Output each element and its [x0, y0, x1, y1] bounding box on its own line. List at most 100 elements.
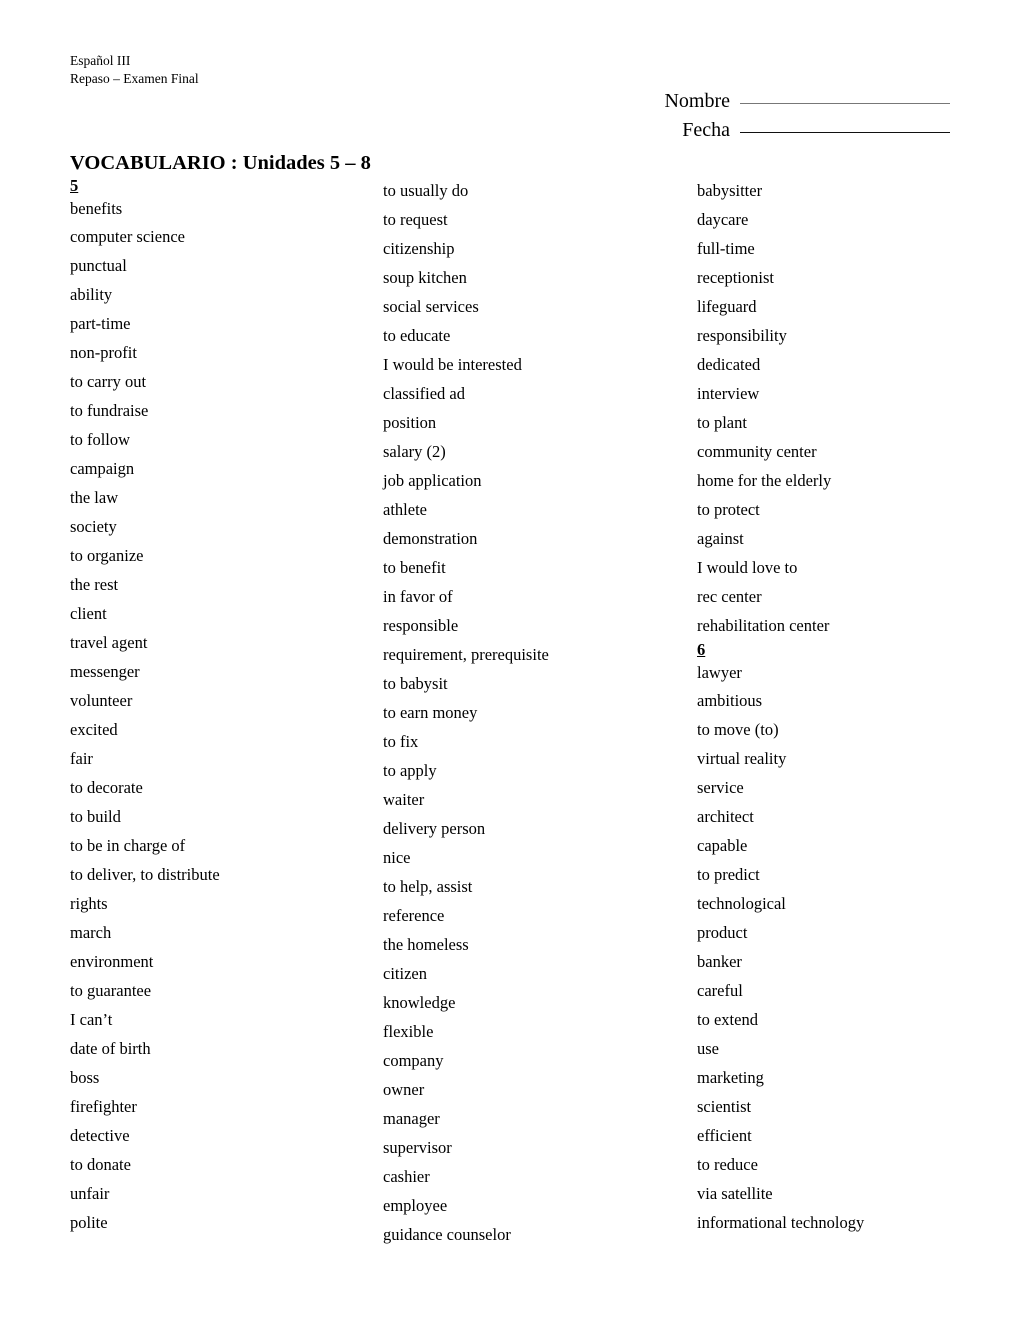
vocab-item: to educate — [383, 326, 451, 345]
vocab-item: to predict — [697, 865, 760, 884]
vocab-item: to protect — [697, 500, 760, 519]
vocab-item: cashier — [383, 1167, 430, 1186]
vocab-item: reference — [383, 906, 445, 925]
nombre-write-line[interactable] — [740, 103, 950, 104]
vocab-item: to decorate — [70, 778, 143, 797]
vocab-item: technological — [697, 894, 786, 913]
vocab-item: messenger — [70, 662, 140, 681]
vocab-column-3: babysitter daycare full-time receptionist li… — [697, 176, 1007, 1237]
vocab-item: receptionist — [697, 268, 774, 287]
vocab-item: supervisor — [383, 1138, 452, 1157]
vocab-item: environment — [70, 952, 154, 971]
vocab-item: campaign — [70, 459, 135, 478]
vocab-item: babysitter — [697, 181, 763, 200]
vocab-item: virtual reality — [697, 749, 787, 768]
vocab-item: to usually do — [383, 181, 469, 200]
nombre-field: Nombre — [664, 90, 950, 113]
page-title: VOCABULARIO : Unidades 5 – 8 — [70, 152, 371, 174]
vocab-item: non-profit — [70, 343, 137, 362]
course-subtitle: Repaso – Examen Final — [70, 71, 199, 86]
vocab-item: to earn money — [383, 703, 478, 722]
vocab-item: service — [697, 778, 744, 797]
unit-section-header: 6 — [697, 640, 706, 659]
vocab-item: waiter — [383, 790, 425, 809]
vocab-item: employee — [383, 1196, 448, 1215]
vocab-item: to apply — [383, 761, 437, 780]
vocab-item: benefits — [70, 199, 123, 218]
vocab-item: full-time — [697, 239, 755, 258]
vocab-item: against — [697, 529, 744, 548]
vocab-item: banker — [697, 952, 742, 971]
vocab-item: nice — [383, 848, 411, 867]
vocab-item: responsibility — [697, 326, 787, 345]
vocab-item: capable — [697, 836, 748, 855]
vocab-item: position — [383, 413, 437, 432]
vocab-item: to fix — [383, 732, 419, 751]
vocab-item: to build — [70, 807, 121, 826]
vocab-item: product — [697, 923, 748, 942]
vocab-item: to be in charge of — [70, 836, 186, 855]
vocab-item: interview — [697, 384, 760, 403]
vocab-item: classified ad — [383, 384, 466, 403]
vocab-item: the rest — [70, 575, 119, 594]
vocab-item: boss — [70, 1068, 100, 1087]
vocab-item: in favor of — [383, 587, 453, 606]
fecha-label: Fecha — [682, 119, 730, 141]
vocab-item: citizenship — [383, 239, 455, 258]
vocab-item: home for the elderly — [697, 471, 832, 490]
vocab-item: excited — [70, 720, 118, 739]
vocab-item: use — [697, 1039, 719, 1058]
vocab-item: I would love to — [697, 558, 798, 577]
vocab-item: dedicated — [697, 355, 761, 374]
vocab-column-1: 5 benefits computer science punctual ability… — [70, 176, 370, 1237]
vocab-item: citizen — [383, 964, 427, 983]
vocab-item: via satellite — [697, 1184, 773, 1203]
vocab-item: detective — [70, 1126, 130, 1145]
vocab-item: to fundraise — [70, 401, 149, 420]
vocab-item: unfair — [70, 1184, 110, 1203]
vocab-item: punctual — [70, 256, 127, 275]
vocab-item: part-time — [70, 314, 131, 333]
vocab-item: to donate — [70, 1155, 131, 1174]
vocab-item: careful — [697, 981, 743, 1000]
vocab-item: I can’t — [70, 1010, 113, 1029]
vocab-item: scientist — [697, 1097, 752, 1116]
vocab-item: job application — [383, 471, 482, 490]
vocab-item: to reduce — [697, 1155, 758, 1174]
vocab-item: I would be interested — [383, 355, 522, 374]
vocab-item: the law — [70, 488, 119, 507]
vocab-item: to help, assist — [383, 877, 473, 896]
vocab-item: architect — [697, 807, 754, 826]
vocab-item: rec center — [697, 587, 762, 606]
vocab-item: athlete — [383, 500, 427, 519]
vocab-item: company — [383, 1051, 444, 1070]
vocab-item: knowledge — [383, 993, 456, 1012]
vocab-item: lawyer — [697, 663, 742, 682]
vocab-item: to carry out — [70, 372, 147, 391]
vocab-item: volunteer — [70, 691, 133, 710]
vocab-item: guidance counselor — [383, 1225, 511, 1244]
vocab-item: to guarantee — [70, 981, 152, 1000]
vocab-item: to benefit — [383, 558, 446, 577]
vocab-item: to move (to) — [697, 720, 779, 739]
vocab-item: firefighter — [70, 1097, 137, 1116]
vocab-item: rights — [70, 894, 108, 913]
vocab-item: to request — [383, 210, 448, 229]
vocab-item: informational technology — [697, 1213, 865, 1232]
vocab-item: efficient — [697, 1126, 752, 1145]
vocab-item: society — [70, 517, 117, 536]
vocab-item: travel agent — [70, 633, 148, 652]
vocab-column-2: to usually do to request citizenship soup k… — [383, 176, 683, 1249]
vocab-item: lifeguard — [697, 297, 757, 316]
vocab-item: to babysit — [383, 674, 448, 693]
vocab-item: manager — [383, 1109, 440, 1128]
fecha-write-line[interactable] — [740, 132, 950, 133]
vocab-item: ability — [70, 285, 113, 304]
vocab-item: delivery person — [383, 819, 486, 838]
vocab-item: to extend — [697, 1010, 758, 1029]
vocab-item: salary (2) — [383, 442, 446, 461]
unit-section-header: 5 — [70, 176, 79, 195]
vocab-item: responsible — [383, 616, 459, 635]
vocab-item: social services — [383, 297, 479, 316]
vocab-item: to deliver, to distribute — [70, 865, 220, 884]
